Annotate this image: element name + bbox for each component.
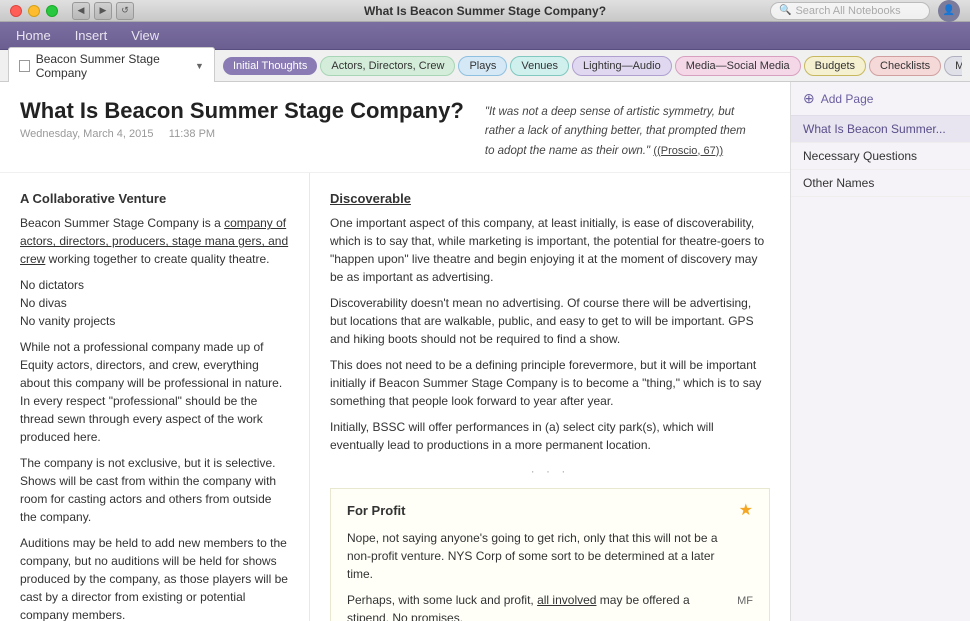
sidebar-page-3-label: Other Names	[803, 176, 874, 190]
quote-box: "It was not a deep sense of artistic sym…	[477, 98, 757, 164]
mf-tag: MF	[737, 593, 753, 610]
tab-plays[interactable]: Plays	[458, 56, 507, 76]
section-collaborative-title: A Collaborative Venture	[20, 189, 289, 209]
page-date: Wednesday, March 4, 2015	[20, 128, 154, 140]
tabs-container: Initial Thoughts Actors, Directors, Crew…	[223, 56, 962, 76]
add-page-icon: ⊕	[803, 90, 815, 107]
sidebar-pages-list: What Is Beacon Summer... Necessary Quest…	[791, 116, 970, 621]
content-area: What Is Beacon Summer Stage Company? Wed…	[0, 82, 790, 621]
page-time: 11:38 PM	[169, 128, 215, 140]
content-columns: A Collaborative Venture Beacon Summer St…	[0, 173, 790, 621]
search-icon: 🔍	[779, 5, 791, 16]
home-button[interactable]: Home	[12, 26, 55, 45]
section-discoverable-title: Discoverable	[330, 189, 770, 209]
sidebar-page-2[interactable]: Necessary Questions	[791, 143, 970, 170]
tab-venues[interactable]: Venues	[510, 56, 569, 76]
close-button[interactable]	[10, 5, 22, 17]
para-collaborative-1: Beacon Summer Stage Company is a company…	[20, 214, 289, 268]
left-column: A Collaborative Venture Beacon Summer St…	[0, 173, 310, 621]
sidebar-page-1-label: What Is Beacon Summer...	[803, 122, 946, 136]
add-page-label: Add Page	[821, 92, 874, 106]
right-sidebar: ⊕ Add Page What Is Beacon Summer... Nece…	[790, 82, 970, 621]
view-button[interactable]: View	[127, 26, 163, 45]
page-meta: Wednesday, March 4, 2015 11:38 PM	[20, 128, 464, 140]
for-profit-box: For Profit Nope, not saying anyone's goi…	[330, 488, 770, 621]
tab-lighting[interactable]: Lighting—Audio	[572, 56, 672, 76]
tab-initial-thoughts[interactable]: Initial Thoughts	[223, 57, 317, 75]
tab-actors[interactable]: Actors, Directors, Crew	[320, 56, 455, 76]
add-page-button[interactable]: ⊕ Add Page	[791, 82, 970, 116]
window-controls: ◀ ▶ ↺	[10, 2, 134, 20]
para-auditions: Auditions may be held to add new members…	[20, 534, 289, 621]
search-area: 🔍 Search All Notebooks 👤	[770, 0, 960, 22]
refresh-button[interactable]: ↺	[116, 2, 134, 20]
sidebar-page-3[interactable]: Other Names	[791, 170, 970, 197]
para-nodictators: No dictatorsNo divasNo vanity projects	[20, 276, 289, 330]
para-professional: While not a professional company made up…	[20, 338, 289, 446]
forward-button[interactable]: ▶	[94, 2, 112, 20]
quote-attribution: ((Proscio, 67))	[653, 145, 723, 157]
main-layout: What Is Beacon Summer Stage Company? Wed…	[0, 82, 970, 621]
divider: · · ·	[330, 462, 770, 480]
tab-budgets[interactable]: Budgets	[804, 56, 866, 76]
para-selective: The company is not exclusive, but it is …	[20, 454, 289, 526]
sidebar-page-1[interactable]: What Is Beacon Summer...	[791, 116, 970, 143]
tab-miscellaneous[interactable]: Miscellaneous	[944, 56, 962, 76]
window-title: What Is Beacon Summer Stage Company?	[364, 4, 606, 18]
minimize-button[interactable]	[28, 5, 40, 17]
para-disc-4: Initially, BSSC will offer performances …	[330, 418, 770, 454]
page-title: What Is Beacon Summer Stage Company?	[20, 98, 464, 124]
notebook-title[interactable]: Beacon Summer Stage Company ▼	[8, 47, 215, 85]
tab-media[interactable]: Media—Social Media	[675, 56, 801, 76]
for-profit-title: For Profit	[347, 501, 731, 521]
search-box[interactable]: 🔍 Search All Notebooks	[770, 2, 930, 20]
para-disc-1: One important aspect of this company, at…	[330, 214, 770, 286]
notebook-name: Beacon Summer Stage Company	[36, 52, 191, 80]
para-disc-3: This does not need to be a defining prin…	[330, 356, 770, 410]
toolbar: Home Insert View	[0, 22, 970, 50]
search-placeholder: Search All Notebooks	[795, 5, 900, 17]
maximize-button[interactable]	[46, 5, 58, 17]
page-header: What Is Beacon Summer Stage Company? Wed…	[0, 82, 790, 173]
back-button[interactable]: ◀	[72, 2, 90, 20]
right-column: Discoverable One important aspect of thi…	[310, 173, 790, 621]
title-bar: ◀ ▶ ↺ What Is Beacon Summer Stage Compan…	[0, 0, 970, 22]
para-profit-2: Perhaps, with some luck and profit, all …	[347, 591, 733, 621]
insert-button[interactable]: Insert	[71, 26, 112, 45]
para-profit-1: Nope, not saying anyone's going to get r…	[347, 529, 731, 583]
notebook-checkbox	[19, 60, 30, 72]
notebook-bar: Beacon Summer Stage Company ▼ Initial Th…	[0, 50, 970, 82]
notebook-dropdown-icon: ▼	[195, 61, 204, 71]
tab-checklists[interactable]: Checklists	[869, 56, 941, 76]
sidebar-page-2-label: Necessary Questions	[803, 149, 917, 163]
star-icon-right: ★	[739, 499, 753, 523]
user-button[interactable]: 👤	[938, 0, 960, 22]
para-disc-2: Discoverability doesn't mean no advertis…	[330, 294, 770, 348]
